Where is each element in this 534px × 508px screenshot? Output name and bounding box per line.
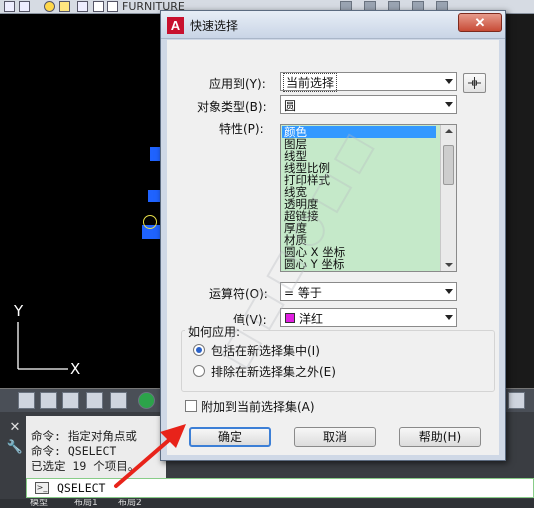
append-checkbox-label[interactable]: 附加到当前选择集(A): [201, 398, 315, 415]
object-type-select[interactable]: 圆: [280, 95, 457, 114]
crosshair-icon: [468, 77, 481, 89]
ok-button[interactable]: 确定: [189, 427, 271, 447]
command-prompt-icon[interactable]: >_: [35, 482, 49, 494]
dialog-title: 快速选择: [190, 19, 239, 33]
tab-layout2[interactable]: 布局2: [118, 499, 142, 508]
tool-icon-1[interactable]: [18, 392, 35, 409]
tab-layout1[interactable]: 布局1: [74, 499, 98, 508]
apply-to-select[interactable]: 当前选择: [280, 72, 457, 92]
osnap-icon[interactable]: [138, 392, 155, 409]
selected-circle: [143, 215, 157, 229]
dialog-body: 应用到(Y): 当前选择 对象类型(B): 圆 特性(P): 颜色 图层 线型 线型比…: [167, 40, 499, 455]
save-icon[interactable]: [40, 392, 57, 409]
properties-scrollbar[interactable]: [440, 125, 456, 271]
chevron-down-icon: [445, 79, 453, 84]
chevron-down-icon: [445, 289, 453, 294]
value-text: 洋红: [299, 312, 324, 326]
tool-icon-3[interactable]: [62, 392, 79, 409]
close-icon[interactable]: ✕: [6, 418, 24, 438]
properties-list[interactable]: 颜色 图层 线型 线型比例 打印样式 线宽 透明度 超链接 厚度 材质 圆心 X 坐标 圆心 Y 坐标: [280, 124, 457, 272]
tool-icon-5[interactable]: [110, 392, 127, 409]
svg-text:X: X: [70, 360, 80, 378]
apply-to-label: 应用到(Y):: [209, 77, 266, 91]
chevron-down-icon: [445, 315, 453, 320]
object-type-value: 圆: [284, 99, 297, 113]
svg-text:Y: Y: [13, 304, 24, 320]
help-button[interactable]: 帮助(H): [399, 427, 481, 447]
close-button[interactable]: ✕: [458, 13, 502, 32]
select-objects-button[interactable]: [463, 73, 486, 93]
properties-label: 特性(P):: [219, 122, 264, 136]
drawing-object: [150, 147, 160, 161]
tool-icon-4[interactable]: [86, 392, 103, 409]
ucs-icon: Y X: [13, 304, 80, 378]
command-history: 命令: 指定对角点或 命令: QSELECT 已选定 19 个项目。: [26, 416, 166, 478]
layer-swatch-icon: [107, 1, 118, 12]
tab-model[interactable]: 模型: [30, 499, 48, 508]
operator-label: 运算符(O):: [209, 287, 268, 301]
how-to-apply-legend: 如何应用:: [185, 323, 244, 340]
dialog-title-bar[interactable]: A 快速选择 ✕: [161, 11, 505, 39]
sun-icon[interactable]: [59, 1, 70, 12]
operator-value: = 等于: [284, 286, 322, 300]
scroll-thumb[interactable]: [443, 145, 454, 185]
exclude-radio-label[interactable]: 排除在新选择集之外(E): [211, 363, 336, 380]
history-line: 命令: 指定对角点或: [31, 429, 137, 443]
layer-state-icon[interactable]: [19, 1, 30, 12]
chevron-down-icon: [445, 102, 453, 107]
scroll-down-icon[interactable]: [445, 263, 453, 267]
history-line: 命令: QSELECT: [31, 444, 117, 458]
right-panel: [505, 14, 534, 388]
append-checkbox[interactable]: [185, 400, 197, 412]
tool-icon-7[interactable]: [508, 392, 525, 409]
color-swatch: [285, 313, 295, 323]
layout-tabs: 模型 布局1 布局2: [0, 499, 534, 508]
history-line: 已选定 19 个项目。: [31, 459, 140, 473]
value-select[interactable]: 洋红: [280, 308, 457, 327]
scroll-up-icon[interactable]: [445, 129, 453, 133]
bulb-icon[interactable]: [44, 1, 55, 12]
include-radio-label[interactable]: 包括在新选择集中(I): [211, 342, 320, 359]
include-radio[interactable]: [193, 344, 205, 356]
autocad-logo-icon: A: [167, 17, 184, 34]
command-side-tools: ✕ 🔧: [6, 418, 24, 478]
command-line[interactable]: >_ QSELECT: [26, 478, 534, 498]
operator-select[interactable]: = 等于: [280, 282, 457, 301]
object-type-label: 对象类型(B):: [197, 100, 267, 114]
layer-color-icon[interactable]: [93, 1, 104, 12]
command-input-text[interactable]: QSELECT: [57, 481, 105, 495]
exclude-radio[interactable]: [193, 365, 205, 377]
layer-manager-icon[interactable]: [4, 1, 15, 12]
property-item[interactable]: 圆心 Y 坐标: [282, 258, 436, 270]
cancel-button[interactable]: 取消: [294, 427, 376, 447]
lock-icon[interactable]: [77, 1, 88, 12]
wrench-icon[interactable]: 🔧: [6, 438, 24, 458]
apply-to-value: 当前选择: [282, 73, 338, 92]
quick-select-dialog: A 快速选择 ✕ 应用到(Y): 当前选择 对象类型(B): 圆 特性(P): …: [160, 10, 506, 461]
drawing-object: [148, 190, 160, 202]
